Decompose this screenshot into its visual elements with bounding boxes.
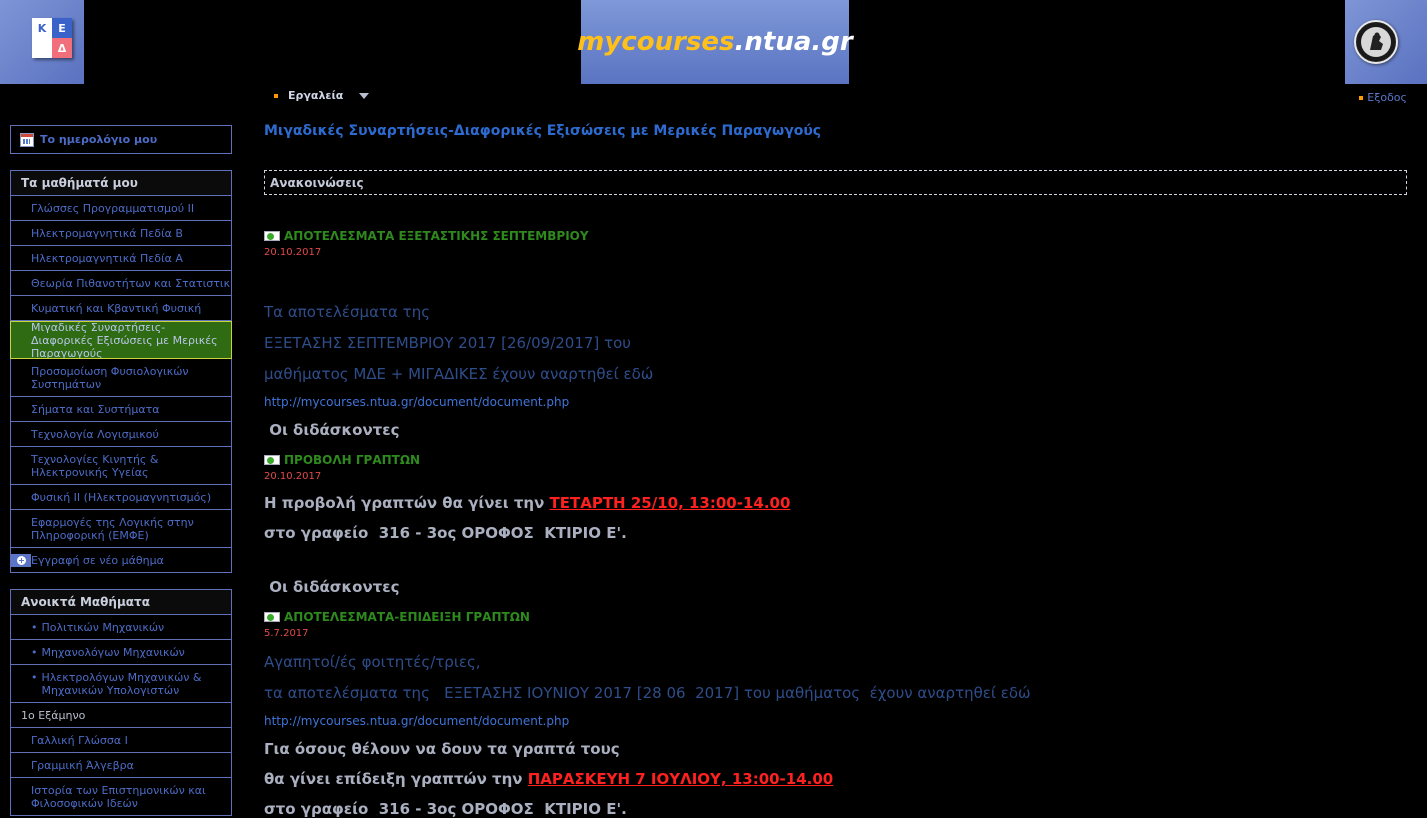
announcement-text: ΕΞΕΤΑΣΗΣ ΣΕΠΤΕΜΒΡΙΟΥ 2017 [26/09/2017] τ… (264, 334, 631, 352)
announcement-item: ΑΠΟΤΕΛΕΣΜΑΤΑ ΕΞΕΤΑΣΤΙΚΗΣ ΣΕΠΤΕΜΒΡΙΟΥ 20.… (264, 229, 589, 258)
open-course-item[interactable]: • Ηλεκτρολόγων Μηχανικών & Μηχανικών Υπο… (10, 665, 232, 703)
semester-course-item[interactable]: Ιστορία των Επιστημονικών και Φιλοσοφικώ… (10, 778, 232, 816)
announcement-text: θα γίνει επίδειξη γραπτών την ΠΑΡΑΣΚΕΥΗ … (264, 770, 834, 788)
open-course-item[interactable]: • Πολιτικών Μηχανικών (10, 615, 232, 640)
announcement-signature: Οι διδάσκοντες (264, 578, 400, 596)
tools-menu[interactable]: Εργαλεία (274, 89, 370, 102)
semester-course-item[interactable]: Γαλλική Γλώσσα Ι (10, 728, 232, 753)
sidebar-course-item[interactable]: Προσομοίωση Φυσιολογικών Συστημάτων (10, 359, 232, 397)
announcement-icon (264, 455, 280, 465)
calendar-label: Το ημερολόγιο μου (40, 133, 158, 146)
highlight-date: ΠΑΡΑΣΚΕΥΗ 7 ΙΟΥΛΙΟΥ, 13:00-14.00 (527, 770, 834, 788)
announcement-text: Αγαπητοί/ές φοιτητές/τριες, (264, 653, 481, 671)
announcement-text: μαθήματος ΜΔΕ + ΜΙΓΑΔΙΚΕΣ έχουν αναρτηθε… (264, 365, 654, 383)
sidebar-course-item[interactable]: Ηλεκτρομαγνητικά Πεδία Β (10, 221, 232, 246)
brand-logo: mycourses.ntua.gr (577, 27, 853, 57)
ked-letter-e: Ε (52, 18, 72, 38)
sidebar-course-item[interactable]: Τεχνολογίες Κινητής & Ηλεκτρονικής Υγεία… (10, 447, 232, 485)
bullet-icon: • (31, 671, 38, 684)
bullet-icon (1359, 95, 1364, 100)
announcement-text: στο γραφείο 316 - 3ος ΟΡΟΦΟΣ ΚΤΙΡΙΟ Ε'. (264, 524, 627, 542)
my-courses-title: Τα μαθήματά μου (10, 170, 232, 196)
bullet-icon (274, 93, 278, 98)
announcement-date: 20.10.2017 (264, 471, 322, 482)
announcement-title: ΑΠΟΤΕΛΕΣΜΑΤΑ-ΕΠΙΔΕΙΞΗ ΓΡΑΠΤΩΝ (284, 610, 530, 624)
sidebar-course-item[interactable]: Εφαρμογές της Λογικής στην Πληροφορική (… (10, 510, 232, 548)
logout-link[interactable]: Εξοδος (1359, 91, 1407, 104)
announcement-item: ΑΠΟΤΕΛΕΣΜΑΤΑ-ΕΠΙΔΕΙΞΗ ΓΡΑΠΤΩΝ 5.7.2017 (264, 610, 530, 639)
logout-label: Εξοδος (1367, 91, 1407, 104)
enroll-label: Εγγραφή σε νέο μάθημα (31, 553, 164, 567)
sidebar-course-item[interactable]: Σήματα και Συστήματα (10, 397, 232, 422)
announcement-date: 5.7.2017 (264, 628, 309, 639)
sidebar-course-item[interactable]: Φυσική ΙΙ (Ηλεκτρομαγνητισμός) (10, 485, 232, 510)
announcement-title: ΑΠΟΤΕΛΕΣΜΑΤΑ ΕΞΕΤΑΣΤΙΚΗΣ ΣΕΠΤΕΜΒΡΙΟΥ (284, 229, 589, 243)
document-link[interactable]: http://mycourses.ntua.gr/document/docume… (264, 714, 569, 728)
my-calendar-link[interactable]: Το ημερολόγιο μου (10, 125, 232, 154)
ked-logo[interactable]: Κ Ε Δ (32, 18, 76, 62)
highlight-date: ΤΕΤΑΡΤΗ 25/10, 13:00-14.00 (549, 494, 791, 512)
announcement-text: στο γραφείο 316 - 3ος ΟΡΟΦΟΣ ΚΤΙΡΙΟ Ε'. (264, 800, 627, 818)
ked-letter-d: Δ (52, 38, 72, 58)
sidebar-course-item[interactable]: Τεχνολογία Λογισμικού (10, 422, 232, 447)
sidebar-course-item[interactable]: Ηλεκτρομαγνητικά Πεδία Α (10, 246, 232, 271)
open-course-item[interactable]: • Μηχανολόγων Μηχανικών (10, 640, 232, 665)
calendar-icon (20, 132, 34, 147)
announcements-header: Ανακοινώσεις (264, 170, 1407, 195)
semester-label: 1ο Εξάμηνο (10, 703, 232, 728)
page-title: Μιγαδικές Συναρτήσεις-Διαφορικές Εξισώσε… (264, 123, 822, 139)
chevron-down-icon (359, 92, 370, 99)
open-courses-title: Ανοικτά Μαθήματα (10, 589, 232, 615)
sidebar-course-item[interactable]: Γλώσσες Προγραμματισμού ΙΙ (10, 196, 232, 221)
brand-banner[interactable]: mycourses.ntua.gr (577, 0, 853, 84)
announcement-text: Τα αποτελέσματα της (264, 303, 431, 321)
add-circle-icon (11, 553, 31, 567)
announcement-title: ΠΡΟΒΟΛΗ ΓΡΑΠΤΩΝ (284, 453, 421, 467)
sidebar-course-item[interactable]: Θεωρία Πιθανοτήτων και Στατιστική (10, 271, 232, 296)
ntua-seal-icon[interactable] (1354, 20, 1398, 64)
announcement-date: 20.10.2017 (264, 247, 322, 258)
bullet-icon: • (31, 645, 38, 659)
my-courses-panel: Τα μαθήματά μου Γλώσσες Προγραμματισμού … (10, 170, 232, 573)
bullet-icon: • (31, 620, 38, 634)
announcement-icon (264, 612, 280, 622)
semester-course-item[interactable]: Γραμμική Άλγεβρα (10, 753, 232, 778)
tools-label: Εργαλεία (288, 89, 344, 102)
announcement-text: Για όσους θέλουν να δουν τα γραπτά τους (264, 740, 620, 758)
announcement-text: Η προβολή γραπτών θα γίνει την ΤΕΤΑΡΤΗ 2… (264, 494, 791, 512)
document-link[interactable]: http://mycourses.ntua.gr/document/docume… (264, 395, 569, 409)
sidebar-course-item-active[interactable]: Μιγαδικές Συναρτήσεις-Διαφορικές Εξισώσε… (10, 321, 232, 359)
announcement-signature: Οι διδάσκοντες (264, 421, 400, 439)
open-courses-panel: Ανοικτά Μαθήματα • Πολιτικών Μηχανικών •… (10, 589, 232, 816)
announcement-icon (264, 231, 280, 241)
ntua-banner (1345, 0, 1427, 84)
announcement-item: ΠΡΟΒΟΛΗ ΓΡΑΠΤΩΝ 20.10.2017 (264, 453, 420, 482)
sidebar-course-item[interactable]: Κυματική και Κβαντική Φυσική (10, 296, 232, 321)
enroll-course-link[interactable]: Εγγραφή σε νέο μάθημα (10, 548, 232, 573)
ked-banner: Κ Ε Δ (0, 0, 84, 84)
ked-letter-k: Κ (32, 18, 52, 38)
announcement-text: τα αποτελέσματα της ΕΞΕΤΑΣΗΣ ΙΟΥΝΙΟΥ 201… (264, 684, 1031, 702)
